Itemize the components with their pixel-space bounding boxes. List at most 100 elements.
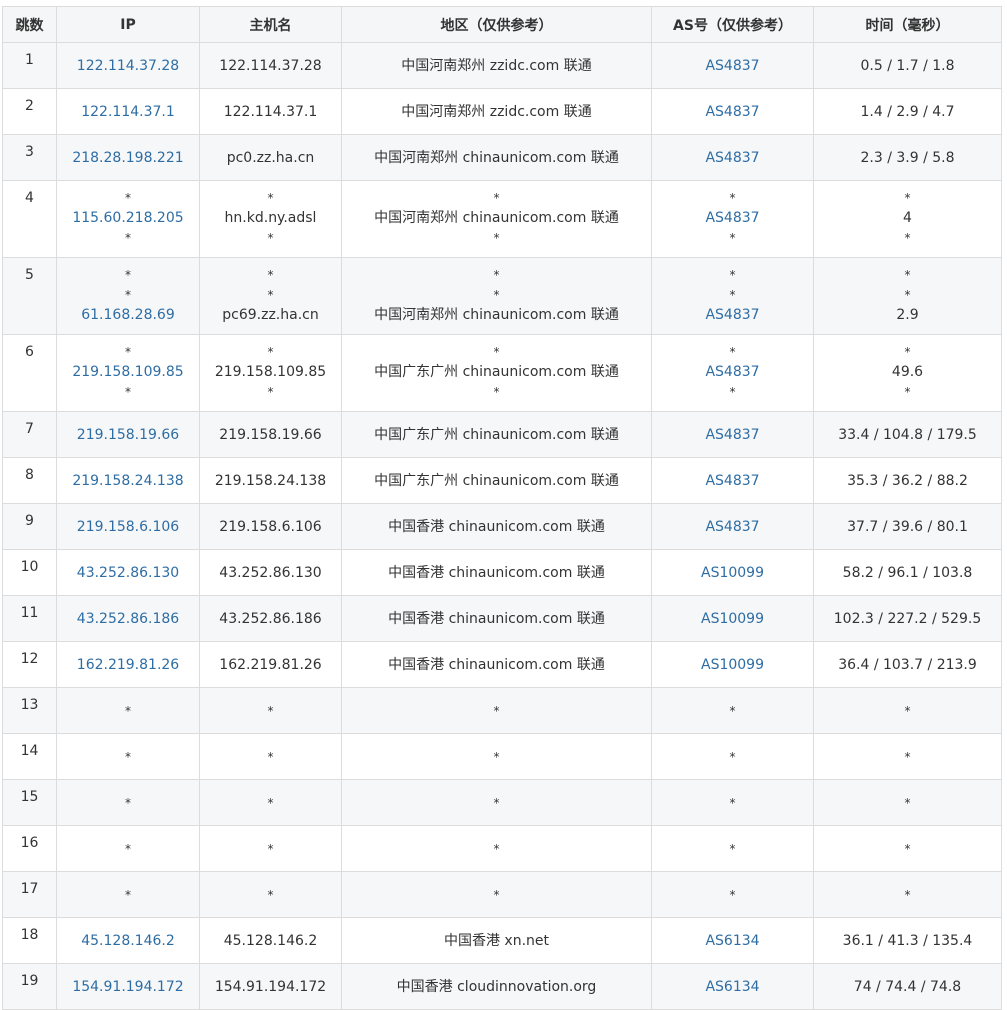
ip-cell: * <box>56 687 200 734</box>
header-ip: IP <box>56 6 200 43</box>
hostname-value: hn.kd.ny.adsl <box>224 210 317 226</box>
header-region: 地区（仅供参考） <box>341 6 652 43</box>
ip-cell: 45.128.146.2 <box>56 917 200 964</box>
timeout-marker: * <box>493 749 500 764</box>
table-row: 9 219.158.6.106 219.158.6.106 中国香港 chinauni… <box>2 503 1002 550</box>
ip-link[interactable]: 61.168.28.69 <box>58 305 199 325</box>
ip-link[interactable]: 43.252.86.186 <box>58 609 199 629</box>
time-cell: 102.3 / 227.2 / 529.5 <box>813 595 1002 642</box>
ip-link[interactable]: 43.252.86.130 <box>58 563 199 583</box>
as-link[interactable]: AS4837 <box>653 148 813 168</box>
ip-link[interactable]: 122.114.37.28 <box>58 56 199 76</box>
hop-cell: 16 <box>2 825 57 872</box>
region-value: 中国广东广州 chinaunicom.com 联通 <box>374 426 619 443</box>
hop-cell: 10 <box>2 549 57 596</box>
as-link[interactable]: AS6134 <box>653 977 813 997</box>
as-link[interactable]: AS6134 <box>653 931 813 951</box>
timeout-marker: * <box>729 288 736 302</box>
traceroute-table: 跳数 IP 主机名 地区（仅供参考） AS号（仅供参考） 时间（毫秒） 1 122… <box>2 6 1002 1010</box>
ip-link[interactable]: 219.158.109.85 <box>58 362 199 382</box>
as-cell: AS6134 <box>651 963 814 1010</box>
as-link[interactable]: AS4837 <box>653 208 813 228</box>
hostname-cell: pc0.zz.ha.cn <box>199 134 342 181</box>
timeout-marker: * <box>904 887 911 902</box>
hostname-cell: 162.219.81.26 <box>199 641 342 688</box>
timeout-marker: * <box>125 795 131 810</box>
hop-cell: 17 <box>2 871 57 918</box>
as-link[interactable]: AS4837 <box>653 56 813 76</box>
time-value: 58.2 / 96.1 / 103.8 <box>842 564 973 581</box>
ip-link[interactable]: 115.60.218.205 <box>58 208 199 228</box>
timeout-marker: * <box>267 268 274 282</box>
timeout-marker: * <box>493 231 500 245</box>
header-row: 跳数 IP 主机名 地区（仅供参考） AS号（仅供参考） 时间（毫秒） <box>2 6 1002 43</box>
timeout-marker: * <box>493 841 500 856</box>
as-link[interactable]: AS4837 <box>653 471 813 491</box>
as-link[interactable]: AS4837 <box>653 517 813 537</box>
hostname-cell: 154.91.194.172 <box>199 963 342 1010</box>
region-cell: 中国香港 chinaunicom.com 联通 <box>341 595 652 642</box>
as-link[interactable]: AS4837 <box>653 425 813 445</box>
hostname-cell: * * pc69.zz.ha.cn <box>199 257 342 335</box>
timeout-marker: * <box>904 231 911 245</box>
timeout-marker: * <box>267 345 274 359</box>
region-value: 中国河南郑州 chinaunicom.com 联通 <box>374 307 619 323</box>
timeout-marker: * <box>267 749 274 764</box>
region-value: 中国河南郑州 zzidc.com 联通 <box>401 103 592 120</box>
region-cell: * 中国河南郑州 chinaunicom.com 联通 * <box>341 180 652 258</box>
table-row: 10 43.252.86.130 43.252.86.130 中国香港 chinaun… <box>2 549 1002 596</box>
region-cell: 中国香港 cloudinnovation.org <box>341 963 652 1010</box>
as-link[interactable]: AS10099 <box>653 609 813 629</box>
header-hop: 跳数 <box>2 6 57 43</box>
timeout-marker: * <box>729 345 736 359</box>
as-cell: * * AS4837 <box>651 257 814 335</box>
timeout-marker: * <box>267 841 274 856</box>
timeout-marker: * <box>493 795 500 810</box>
as-link[interactable]: AS4837 <box>653 102 813 122</box>
ip-link[interactable]: 45.128.146.2 <box>58 931 199 951</box>
table-header: 跳数 IP 主机名 地区（仅供参考） AS号（仅供参考） 时间（毫秒） <box>2 6 1002 43</box>
as-cell: * <box>651 871 814 918</box>
as-link[interactable]: AS4837 <box>653 362 813 382</box>
ip-link[interactable]: 219.158.6.106 <box>58 517 199 537</box>
ip-link[interactable]: 218.28.198.221 <box>58 148 199 168</box>
timeout-marker: * <box>267 385 274 399</box>
header-time: 时间（毫秒） <box>813 6 1002 43</box>
as-cell: AS4837 <box>651 134 814 181</box>
ip-link[interactable]: 219.158.24.138 <box>58 471 199 491</box>
hop-cell: 4 <box>2 180 57 258</box>
ip-link[interactable]: 219.158.19.66 <box>58 425 199 445</box>
time-cell: * <box>813 871 1002 918</box>
as-cell: AS10099 <box>651 549 814 596</box>
hostname-cell: 219.158.24.138 <box>199 457 342 504</box>
hop-cell: 6 <box>2 334 57 412</box>
time-cell: * 49.6 * <box>813 334 1002 412</box>
as-cell: * AS4837 * <box>651 334 814 412</box>
hostname-cell: 219.158.19.66 <box>199 411 342 458</box>
hostname-value: 45.128.146.2 <box>223 932 318 949</box>
time-value: 74 / 74.4 / 74.8 <box>853 978 962 995</box>
table-row: 14 * * * * * <box>2 733 1002 780</box>
as-link[interactable]: AS4837 <box>653 305 813 325</box>
hostname-value: 43.252.86.130 <box>219 564 322 581</box>
as-link[interactable]: AS10099 <box>653 563 813 583</box>
timeout-marker: * <box>904 268 911 282</box>
region-value: 中国河南郑州 zzidc.com 联通 <box>401 57 592 74</box>
ip-link[interactable]: 122.114.37.1 <box>58 102 199 122</box>
time-value: 2.9 <box>896 307 919 323</box>
hostname-value: 122.114.37.28 <box>219 57 322 74</box>
ip-cell: 122.114.37.28 <box>56 42 200 89</box>
hostname-value: 219.158.19.66 <box>219 426 322 443</box>
ip-link[interactable]: 162.219.81.26 <box>58 655 199 675</box>
ip-cell: 219.158.19.66 <box>56 411 200 458</box>
timeout-marker: * <box>493 385 500 399</box>
timeout-marker: * <box>904 345 911 359</box>
hostname-value: 122.114.37.1 <box>223 103 318 120</box>
table-row: 16 * * * * * <box>2 825 1002 872</box>
timeout-marker: * <box>125 703 131 718</box>
ip-link[interactable]: 154.91.194.172 <box>58 977 199 997</box>
table-row: 19 154.91.194.172 154.91.194.172 中国香港 cloud… <box>2 963 1002 1010</box>
region-cell: 中国香港 chinaunicom.com 联通 <box>341 503 652 550</box>
hop-cell: 11 <box>2 595 57 642</box>
as-link[interactable]: AS10099 <box>653 655 813 675</box>
